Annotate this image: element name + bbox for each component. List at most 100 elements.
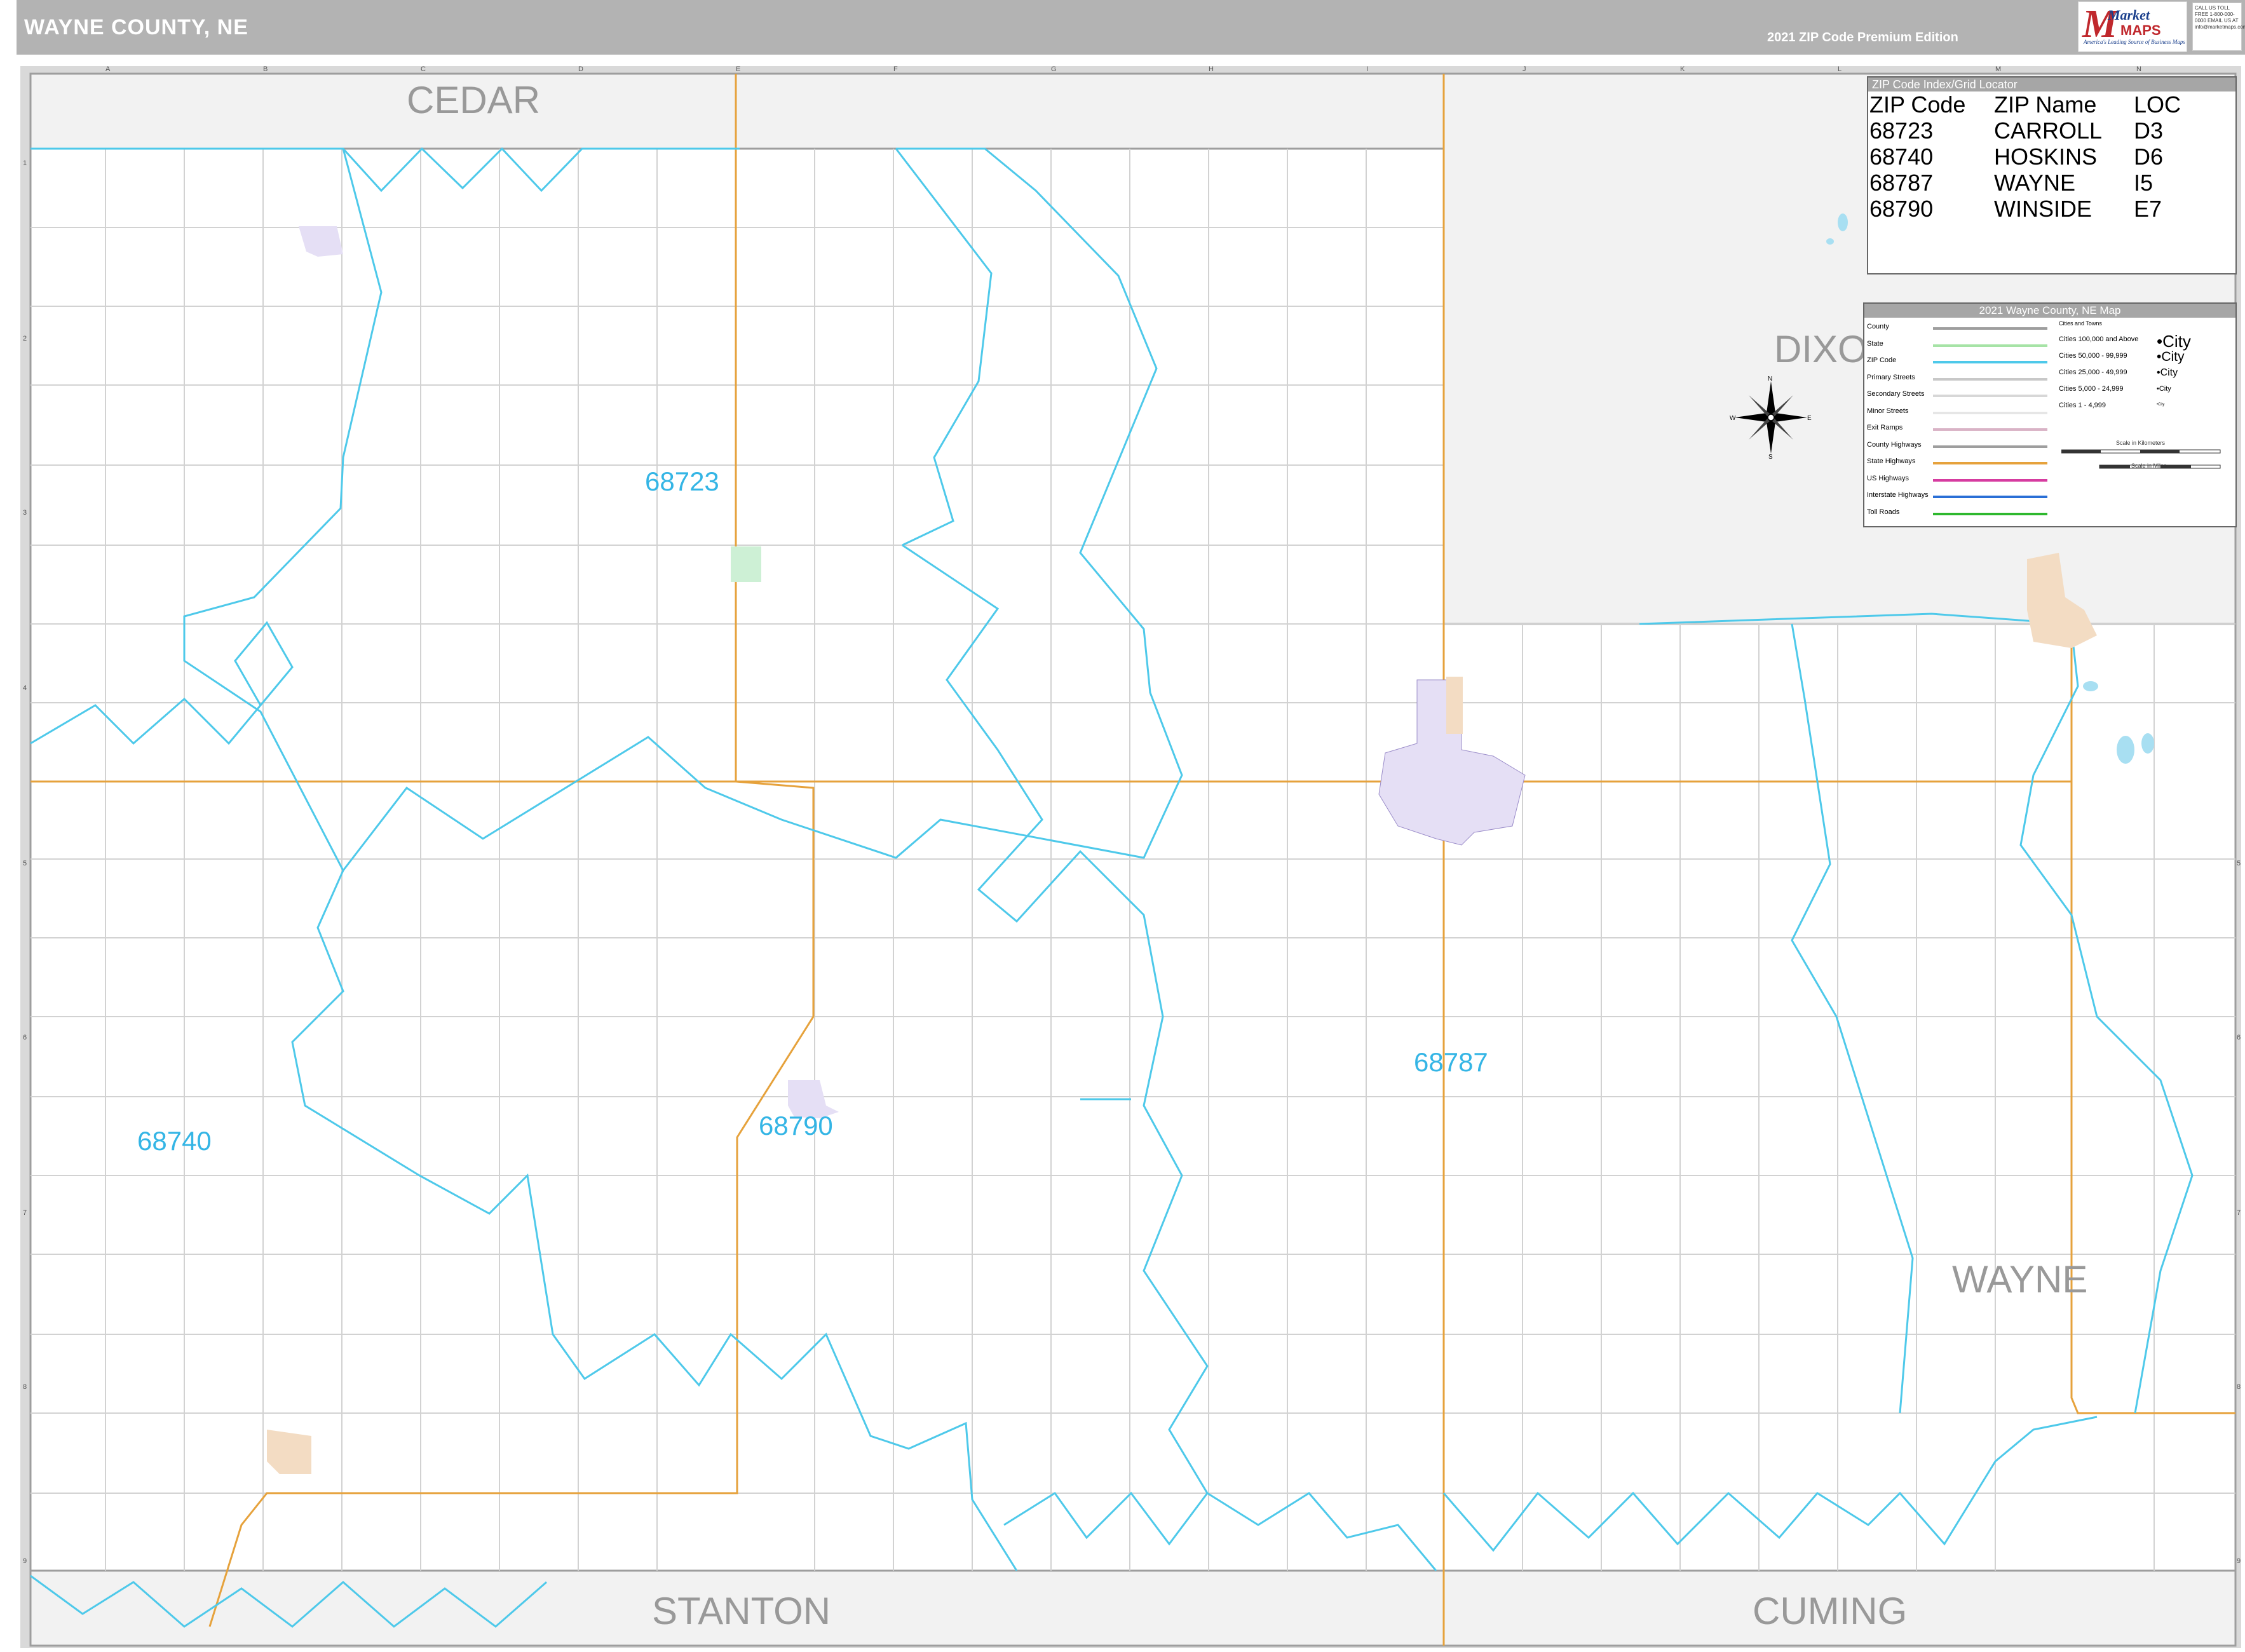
county-label-south: STANTON xyxy=(652,1590,831,1632)
legend-item-label: County Highways xyxy=(1867,440,1922,449)
legend-city-sample: •City xyxy=(2157,403,2165,407)
zip-name-cell: WAYNE xyxy=(1994,170,2076,196)
zip-index-header: ZIP Name xyxy=(1994,91,2097,118)
scale-km-label: Scale in Kilometers xyxy=(2116,440,2166,446)
grid-col-label: C xyxy=(421,65,426,73)
grid-col-label: D xyxy=(578,65,583,73)
zip-loc-cell: I5 xyxy=(2134,170,2153,196)
grid-col-label: H xyxy=(1209,65,1214,73)
legend-city-label: Cities 1 - 4,999 xyxy=(2059,402,2106,409)
legend-item-label: County xyxy=(1867,323,1889,330)
zip-index-panel: ZIP Code Index/Grid Locator ZIP Code ZIP… xyxy=(1867,76,2237,274)
legend-item-label: State Highways xyxy=(1867,457,1916,465)
grid-col-label: A xyxy=(105,65,111,73)
legend-city-sample: •City xyxy=(2157,349,2185,364)
legend-item-swatch xyxy=(1933,496,2047,498)
legend-item-label: State xyxy=(1867,339,1883,348)
zip-index-title: ZIP Code Index/Grid Locator xyxy=(1868,78,2235,91)
zip-label: 68740 xyxy=(137,1126,212,1156)
grid-row-label: 9 xyxy=(23,1557,27,1565)
legend-item-swatch xyxy=(1933,327,2047,330)
carroll-area xyxy=(731,546,761,582)
legend-item-swatch xyxy=(1933,395,2047,397)
compass-w: W xyxy=(1730,415,1736,422)
legend-item-swatch xyxy=(1933,377,2047,381)
legend-item-label: Secondary Streets xyxy=(1867,390,1925,398)
legend-city-sample: •City xyxy=(2157,385,2171,393)
legend-item-label: Exit Ramps xyxy=(1867,424,1903,431)
legend-cities-heading: Cities and Towns xyxy=(2059,320,2102,327)
grid-row-label: 7 xyxy=(23,1209,27,1217)
zip-index-header-row: ZIP Code ZIP Name LOC xyxy=(1869,91,2183,118)
table-row: 68787 WAYNE I5 xyxy=(1869,170,2183,196)
compass-s: S xyxy=(1768,454,1773,459)
grid-row-label: 3 xyxy=(23,509,27,517)
legend-city-label: Cities 5,000 - 24,999 xyxy=(2059,385,2124,393)
legend-city-label: Cities 100,000 and Above xyxy=(2059,335,2139,343)
legend-city-label: Cities 25,000 - 49,999 xyxy=(2059,369,2127,376)
zip-loc-cell: D3 xyxy=(2134,118,2164,144)
grid-col-label: J xyxy=(1523,65,1526,73)
zip-name-cell: WINSIDE xyxy=(1994,196,2092,222)
legend-title: 2021 Wayne County, NE Map xyxy=(1864,304,2235,318)
grid-row-label: 7 xyxy=(2237,1209,2241,1217)
grid-col-label: E xyxy=(736,65,740,73)
legend-item-label: US Highways xyxy=(1867,474,1909,482)
zip-name-cell: CARROLL xyxy=(1994,118,2103,144)
grid-col-label: N xyxy=(2136,65,2141,73)
grid-col-label: M xyxy=(1995,65,2001,73)
cedar-county-area xyxy=(29,72,1445,150)
compass-e: E xyxy=(1807,415,1812,422)
map-legend: 2021 Wayne County, NE Map County State ZIP… xyxy=(1863,302,2237,527)
grid-columns-top: A B C D E F G H I J K L M N xyxy=(105,65,2141,73)
county-label-southeast: CUMING xyxy=(1753,1590,1907,1632)
legend-item-swatch xyxy=(1933,445,2047,448)
county-label-current: WAYNE xyxy=(1952,1258,2087,1301)
zip-label: 68787 xyxy=(1414,1047,1488,1077)
grid-row-label: 1 xyxy=(23,159,27,167)
zip-index-header: ZIP Code xyxy=(1869,91,1966,118)
grid-row-label: 6 xyxy=(2237,1034,2241,1041)
legend-city-sample: •City xyxy=(2157,367,2178,378)
legend-item-swatch xyxy=(1933,411,2047,414)
zip-label: 68790 xyxy=(759,1111,833,1141)
hoskins-area xyxy=(267,1430,311,1474)
scale-bar-icon xyxy=(2061,449,2221,469)
legend-item-label: Primary Streets xyxy=(1867,373,1915,381)
grid-rows-left: 1 2 3 4 5 6 7 8 9 xyxy=(23,159,27,1565)
zip-loc-cell: D6 xyxy=(2134,144,2164,170)
legend-item-swatch xyxy=(1933,462,2047,464)
zip-code-cell: 68740 xyxy=(1869,144,1934,170)
zip-code-cell: 68790 xyxy=(1869,196,1934,222)
zip-loc-cell: E7 xyxy=(2134,196,2162,222)
grid-row-label: 4 xyxy=(23,684,27,692)
grid-rows-right: 5 6 7 8 9 xyxy=(2237,860,2241,1565)
legend-item-label: Interstate Highways xyxy=(1867,491,1929,499)
grid-row-label: 8 xyxy=(2237,1383,2241,1391)
zip-name-cell: HOSKINS xyxy=(1994,144,2098,170)
legend-city-label: Cities 50,000 - 99,999 xyxy=(2059,352,2127,360)
zip-index-header: LOC xyxy=(2134,91,2181,118)
legend-item-swatch xyxy=(1933,478,2047,482)
compass-n: N xyxy=(1768,376,1772,383)
zip-label: 68723 xyxy=(645,466,719,496)
scale-mi-label: Scale in Miles xyxy=(2131,463,2167,469)
grid-row-label: 2 xyxy=(23,335,27,342)
legend-item-swatch xyxy=(1933,344,2047,347)
grid-row-label: 5 xyxy=(2237,860,2241,867)
grid-row-label: 9 xyxy=(2237,1557,2241,1565)
grid-col-label: G xyxy=(1051,65,1057,73)
grid-row-label: 5 xyxy=(23,860,27,867)
zip-code-cell: 68723 xyxy=(1869,118,1934,144)
grid-col-label: I xyxy=(1366,65,1368,73)
legend-city-sample: •City xyxy=(2157,332,2191,351)
legend-item-label: Minor Streets xyxy=(1867,407,1909,415)
compass-rose-icon: N S W E xyxy=(1730,376,1812,459)
zip-index-table: ZIP Code ZIP Name LOC 68723 CARROLL D3 6… xyxy=(1869,91,2183,222)
table-row: 68740 HOSKINS D6 xyxy=(1869,144,2183,170)
grid-col-label: F xyxy=(893,65,898,73)
zip-code-cell: 68787 xyxy=(1869,170,1934,196)
wayne-college-area xyxy=(1446,677,1463,734)
legend-item-swatch xyxy=(1933,512,2047,515)
table-row: 68723 CARROLL D3 xyxy=(1869,118,2183,144)
